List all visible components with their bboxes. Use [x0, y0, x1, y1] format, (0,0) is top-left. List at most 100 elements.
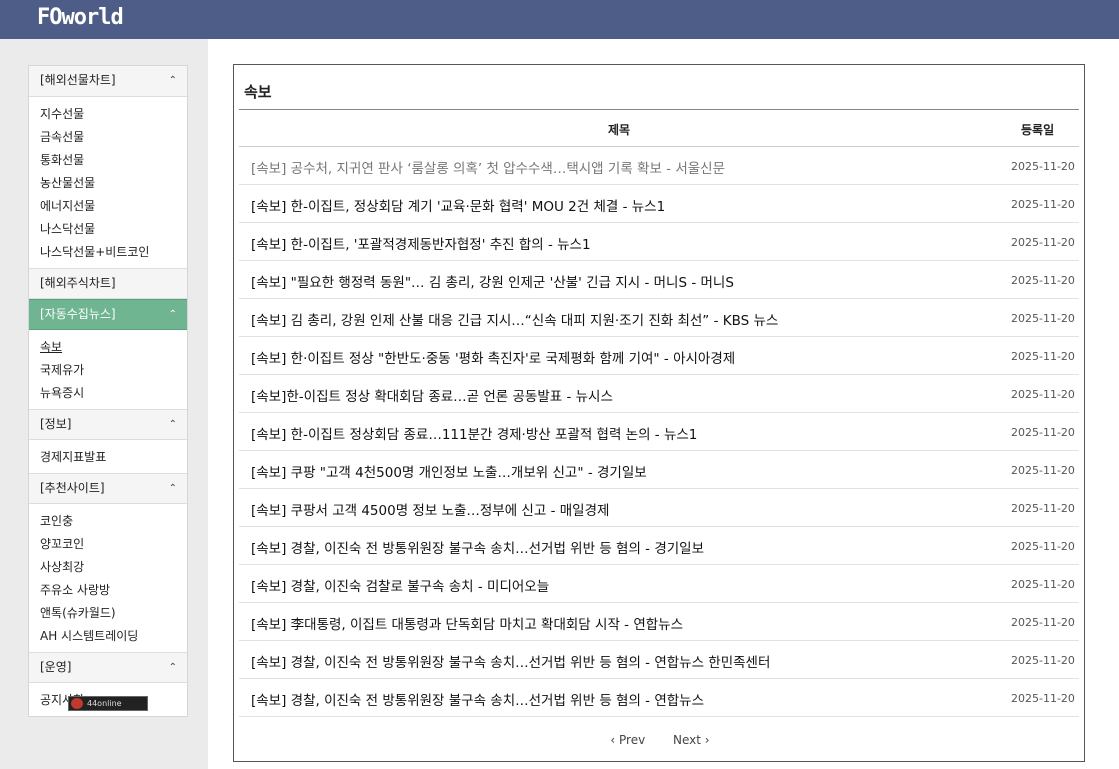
- sidebar-item[interactable]: 금속선물: [29, 126, 187, 149]
- sidebar-category[interactable]: [해외선물차트] ⌃: [29, 66, 187, 97]
- sidebar-category-label: [운영]: [40, 660, 72, 674]
- table-row: [속보] 한-이집트, '포괄적경제동반자협정' 추진 합의 - 뉴스1 2025…: [239, 223, 1079, 261]
- news-date: 2025-11-20: [1011, 350, 1075, 363]
- column-date-header: 등록일: [1021, 123, 1055, 137]
- table-row: [속보] 한·이집트 정상 "한반도·중동 '평화 촉진자'로 국제평화 함께 …: [239, 337, 1079, 375]
- table-row: [속보] 경찰, 이진숙 전 방통위원장 불구속 송치…선거법 위반 등 혐의 …: [239, 641, 1079, 679]
- pagination: ‹ Prev Next ›: [234, 733, 1086, 747]
- sidebar-item[interactable]: 경제지표발표: [29, 446, 187, 469]
- news-date: 2025-11-20: [1011, 616, 1075, 629]
- news-title-link[interactable]: [속보] 쿠팡 "고객 4천500명 개인정보 노출…개보위 신고" - 경기일…: [251, 461, 647, 481]
- site-logo[interactable]: FOworld: [37, 5, 124, 30]
- sidebar-category-label: [정보]: [40, 417, 72, 431]
- chevron-up-icon: ⌃: [168, 419, 177, 430]
- sidebar-category[interactable]: [추천사이트] ⌃: [29, 473, 187, 504]
- sidebar-item[interactable]: 사상최강: [29, 556, 187, 579]
- online-badge-label: 44online: [87, 699, 122, 708]
- news-panel: 속보 제목 등록일 [속보] 공수처, 지귀연 판사 ‘룸살롱 의혹’ 첫 압수…: [233, 64, 1085, 762]
- news-date: 2025-11-20: [1011, 540, 1075, 553]
- news-date: 2025-11-20: [1011, 502, 1075, 515]
- news-title-link[interactable]: [속보] "필요한 행정력 동원"… 김 총리, 강원 인제군 '산불' 긴급 …: [251, 271, 734, 291]
- sidebar-submenu: 경제지표발표: [29, 440, 187, 473]
- next-page-link[interactable]: Next ›: [673, 733, 710, 747]
- chevron-up-icon: ⌃: [168, 662, 177, 673]
- news-date: 2025-11-20: [1011, 198, 1075, 211]
- sidebar-category-label: [추천사이트]: [40, 481, 105, 495]
- sidebar-category[interactable]: [운영] ⌃: [29, 652, 187, 683]
- sidebar-category-label: [해외선물차트]: [40, 73, 116, 87]
- page-title: 속보: [244, 83, 272, 101]
- sidebar-item[interactable]: 통화선물: [29, 149, 187, 172]
- sidebar-category[interactable]: [자동수집뉴스] ⌃: [29, 299, 187, 330]
- sidebar-category-label: [해외주식차트]: [40, 276, 116, 290]
- table-row: [속보] 한-이집트 정상회담 종료…111분간 경제·방산 포괄적 협력 논의…: [239, 413, 1079, 451]
- news-title-link[interactable]: [속보] 한-이집트, 정상회담 계기 '교육·문화 협력' MOU 2건 체결…: [251, 195, 665, 215]
- table-header: 제목 등록일: [239, 110, 1079, 147]
- table-row: [속보] 경찰, 이진숙 검찰로 불구속 송치 - 미디어오늘 2025-11-2…: [239, 565, 1079, 603]
- sidebar-item[interactable]: AH 시스템트레이딩: [29, 625, 187, 648]
- news-title-link[interactable]: [속보] 경찰, 이진숙 전 방통위원장 불구속 송치…선거법 위반 등 혐의 …: [251, 537, 704, 557]
- news-date: 2025-11-20: [1011, 654, 1075, 667]
- online-logo-icon: [71, 698, 83, 709]
- online-badge[interactable]: 44online: [68, 696, 148, 711]
- prev-page-link[interactable]: ‹ Prev: [610, 733, 645, 747]
- sidebar-item[interactable]: 뉴욕증시: [29, 382, 187, 405]
- news-date: 2025-11-20: [1011, 692, 1075, 705]
- news-date: 2025-11-20: [1011, 578, 1075, 591]
- column-title-header: 제목: [607, 123, 631, 137]
- news-date: 2025-11-20: [1011, 464, 1075, 477]
- sidebar-item[interactable]: 앤톡(슈카월드): [29, 602, 187, 625]
- table-row: [속보] 쿠팡서 고객 4500명 정보 노출…정부에 신고 - 매일경제 202…: [239, 489, 1079, 527]
- news-date: 2025-11-20: [1011, 160, 1075, 173]
- sidebar-item[interactable]: 코인충: [29, 510, 187, 533]
- sidebar-submenu: 속보 국제유가 뉴욕증시: [29, 330, 187, 409]
- news-title-link[interactable]: [속보] 한·이집트 정상 "한반도·중동 '평화 촉진자'로 국제평화 함께 …: [251, 347, 735, 367]
- table-row: [속보] 경찰, 이진숙 전 방통위원장 불구속 송치…선거법 위반 등 혐의 …: [239, 527, 1079, 565]
- sidebar-item[interactable]: 나스닥선물+비트코인: [29, 241, 187, 264]
- chevron-up-icon: ⌃: [168, 309, 177, 320]
- sidebar-submenu: 지수선물 금속선물 통화선물 농산물선물 에너지선물 나스닥선물 나스닥선물+비트코인: [29, 97, 187, 268]
- news-title-link[interactable]: [속보] 李대통령, 이집트 대통령과 단독회담 마치고 확대회담 시작 - 연…: [251, 613, 683, 633]
- sidebar-item[interactable]: 국제유가: [29, 359, 187, 382]
- table-row: [속보] 경찰, 이진숙 전 방통위원장 불구속 송치…선거법 위반 등 혐의 …: [239, 679, 1079, 717]
- sidebar-submenu: 코인충 양꼬코인 사상최강 주유소 사랑방 앤톡(슈카월드) AH 시스템트레이딩: [29, 504, 187, 652]
- news-title-link[interactable]: [속보] 쿠팡서 고객 4500명 정보 노출…정부에 신고 - 매일경제: [251, 499, 609, 519]
- sidebar-item[interactable]: 양꼬코인: [29, 533, 187, 556]
- news-title-link[interactable]: [속보] 경찰, 이진숙 전 방통위원장 불구속 송치…선거법 위반 등 혐의 …: [251, 651, 770, 671]
- sidebar-item[interactable]: 에너지선물: [29, 195, 187, 218]
- sidebar-item[interactable]: 속보: [29, 336, 187, 359]
- table-row: [속보] 김 총리, 강원 인제 산불 대응 긴급 지시…“신속 대피 지원·조…: [239, 299, 1079, 337]
- news-title-link[interactable]: [속보] 경찰, 이진숙 검찰로 불구속 송치 - 미디어오늘: [251, 575, 549, 595]
- news-date: 2025-11-20: [1011, 236, 1075, 249]
- main-content: 속보 제목 등록일 [속보] 공수처, 지귀연 판사 ‘룸살롱 의혹’ 첫 압수…: [208, 39, 1119, 769]
- top-bar: FOworld: [0, 0, 1119, 39]
- chevron-up-icon: ⌃: [168, 483, 177, 494]
- sidebar-item[interactable]: 주유소 사랑방: [29, 579, 187, 602]
- sidebar-category-label: [자동수집뉴스]: [40, 307, 116, 321]
- table-row: [속보]한-이집트 정상 확대회담 종료…곧 언론 공동발표 - 뉴시스 2025…: [239, 375, 1079, 413]
- news-list: [속보] 공수처, 지귀연 판사 ‘룸살롱 의혹’ 첫 압수수색…택시앱 기록 …: [239, 147, 1079, 717]
- news-date: 2025-11-20: [1011, 312, 1075, 325]
- news-title-link[interactable]: [속보] 한-이집트, '포괄적경제동반자협정' 추진 합의 - 뉴스1: [251, 233, 591, 253]
- news-title-link[interactable]: [속보] 공수처, 지귀연 판사 ‘룸살롱 의혹’ 첫 압수수색…택시앱 기록 …: [251, 157, 725, 177]
- sidebar-item[interactable]: 나스닥선물: [29, 218, 187, 241]
- news-date: 2025-11-20: [1011, 274, 1075, 287]
- table-row: [속보] 쿠팡 "고객 4천500명 개인정보 노출…개보위 신고" - 경기일…: [239, 451, 1079, 489]
- sidebar-menu: [해외선물차트] ⌃ 지수선물 금속선물 통화선물 농산물선물 에너지선물 나스닥선물 나스닥선…: [28, 65, 188, 717]
- news-date: 2025-11-20: [1011, 388, 1075, 401]
- table-row: [속보] 한-이집트, 정상회담 계기 '교육·문화 협력' MOU 2건 체결…: [239, 185, 1079, 223]
- table-row: [속보] "필요한 행정력 동원"… 김 총리, 강원 인제군 '산불' 긴급 …: [239, 261, 1079, 299]
- chevron-up-icon: ⌃: [168, 75, 177, 86]
- news-title-link[interactable]: [속보] 한-이집트 정상회담 종료…111분간 경제·방산 포괄적 협력 논의…: [251, 423, 697, 443]
- news-title-link[interactable]: [속보] 김 총리, 강원 인제 산불 대응 긴급 지시…“신속 대피 지원·조…: [251, 309, 778, 329]
- table-row: [속보] 李대통령, 이집트 대통령과 단독회담 마치고 확대회담 시작 - 연…: [239, 603, 1079, 641]
- table-row: [속보] 공수처, 지귀연 판사 ‘룸살롱 의혹’ 첫 압수수색…택시앱 기록 …: [239, 147, 1079, 185]
- news-title-link[interactable]: [속보] 경찰, 이진숙 전 방통위원장 불구속 송치…선거법 위반 등 혐의 …: [251, 689, 704, 709]
- sidebar-category[interactable]: [해외주식차트]: [29, 268, 187, 299]
- left-column: [해외선물차트] ⌃ 지수선물 금속선물 통화선물 농산물선물 에너지선물 나스닥선물 나스닥선…: [0, 39, 208, 769]
- sidebar-item[interactable]: 농산물선물: [29, 172, 187, 195]
- sidebar-category[interactable]: [정보] ⌃: [29, 409, 187, 440]
- news-title-link[interactable]: [속보]한-이집트 정상 확대회담 종료…곧 언론 공동발표 - 뉴시스: [251, 385, 613, 405]
- sidebar-item[interactable]: 지수선물: [29, 103, 187, 126]
- news-date: 2025-11-20: [1011, 426, 1075, 439]
